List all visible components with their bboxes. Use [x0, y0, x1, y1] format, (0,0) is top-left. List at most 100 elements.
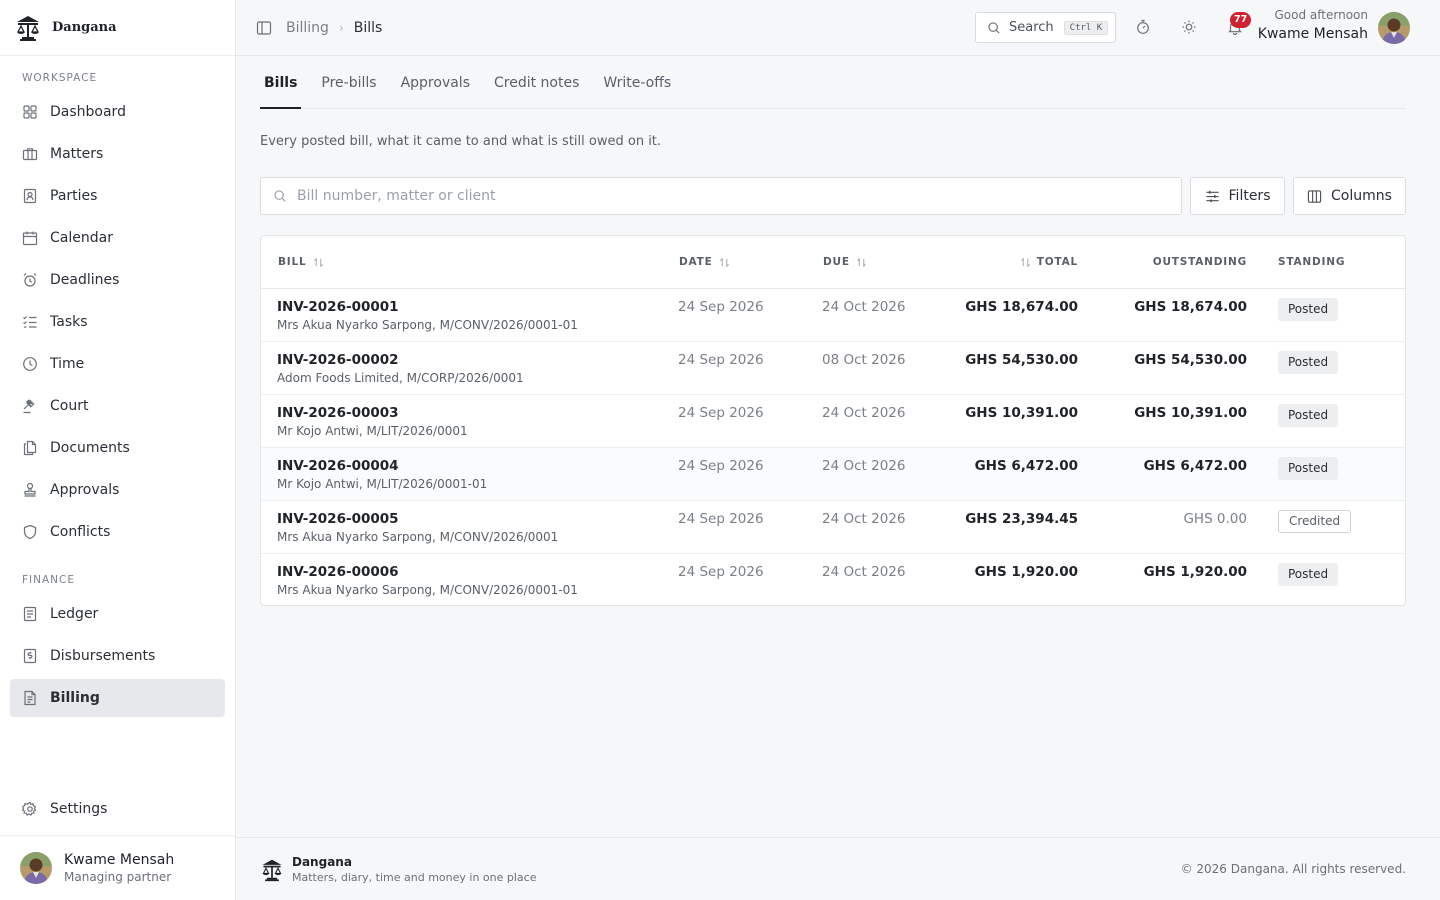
sidebar-item-dashboard[interactable]: Dashboard [10, 93, 225, 131]
breadcrumb-parent-link[interactable]: Billing [286, 20, 329, 36]
sort-icon[interactable] [313, 257, 324, 268]
sidebar-item-label: Dashboard [50, 104, 126, 120]
scales-logo-icon [14, 14, 42, 42]
column-header-bill: BILL [278, 256, 324, 268]
bill-outstanding: GHS 1,920.00 [1143, 564, 1247, 580]
sidebar-item-label: Settings [50, 801, 108, 817]
bill-due-date: 08 Oct 2026 [822, 352, 906, 368]
bill-date: 24 Sep 2026 [678, 405, 764, 421]
sidebar: Dangana WORKSPACE Dashboard Matters Part… [0, 0, 236, 900]
sidebar-item-documents[interactable]: Documents [10, 429, 225, 467]
sidebar-item-approvals[interactable]: Approvals [10, 471, 225, 509]
table-row[interactable]: INV-2026-00002 Adom Foods Limited, M/CORP… [261, 342, 1405, 395]
bill-total: GHS 54,530.00 [965, 352, 1078, 368]
column-header-date: DATE [679, 256, 730, 268]
filters-button[interactable]: Filters [1190, 177, 1285, 215]
search-icon [988, 21, 1000, 34]
ledger-icon [23, 606, 37, 622]
tab-approvals[interactable]: Approvals [397, 56, 474, 109]
column-header-label: DATE [679, 256, 713, 268]
stamp-icon [24, 482, 36, 497]
table-row[interactable]: INV-2026-00006 Mrs Akua Nyarko Sarpong, M… [261, 554, 1405, 605]
sidebar-item-label: Billing [50, 690, 100, 706]
sliders-icon [1205, 190, 1219, 202]
bill-number[interactable]: INV-2026-00003 [277, 405, 468, 421]
bill-date: 24 Sep 2026 [678, 564, 764, 580]
status-badge: Posted [1278, 563, 1339, 586]
sidebar-toggle-icon[interactable] [256, 20, 272, 36]
sidebar-item-deadlines[interactable]: Deadlines [10, 261, 225, 299]
sidebar-item-matters[interactable]: Matters [10, 135, 225, 173]
columns-button[interactable]: Columns [1293, 177, 1406, 215]
bill-total: GHS 6,472.00 [974, 458, 1078, 474]
tab-write-offs[interactable]: Write-offs [599, 56, 675, 109]
table-row[interactable]: INV-2026-00005 Mrs Akua Nyarko Sarpong, M… [261, 501, 1405, 554]
status-badge: Posted [1278, 298, 1339, 321]
status-badge: Posted [1278, 351, 1339, 374]
task-list-icon [23, 316, 37, 328]
footer: Dangana Matters, diary, time and money i… [236, 837, 1440, 900]
sidebar-item-disbursements[interactable]: Disbursements [10, 637, 225, 675]
brand-name: Dangana [52, 20, 117, 35]
theme-sun-icon[interactable] [1181, 19, 1197, 35]
sidebar-item-billing[interactable]: Billing [10, 679, 225, 717]
sidebar-item-label: Disbursements [50, 648, 156, 664]
sidebar-item-conflicts[interactable]: Conflicts [10, 513, 225, 551]
bill-search-field[interactable] [260, 177, 1182, 215]
status-badge: Credited [1278, 510, 1352, 533]
bill-due-date: 24 Oct 2026 [822, 511, 906, 527]
sidebar-item-calendar[interactable]: Calendar [10, 219, 225, 257]
global-search-button[interactable]: Search Ctrl K [975, 12, 1116, 43]
sidebar-item-parties[interactable]: Parties [10, 177, 225, 215]
user-avatar[interactable] [1378, 12, 1410, 44]
sidebar-item-time[interactable]: Time [10, 345, 225, 383]
sidebar-item-tasks[interactable]: Tasks [10, 303, 225, 341]
sidebar-item-label: Conflicts [50, 524, 111, 540]
bill-number[interactable]: INV-2026-00006 [277, 564, 578, 580]
sidebar-user[interactable]: Kwame Mensah Managing partner [0, 835, 235, 900]
sort-icon[interactable] [1020, 257, 1031, 268]
sort-icon[interactable] [856, 257, 867, 268]
sidebar-item-label: Deadlines [50, 272, 120, 288]
footer-tagline: Matters, diary, time and money in one pl… [292, 871, 537, 884]
bill-date: 24 Sep 2026 [678, 511, 764, 527]
bill-search-input[interactable] [297, 188, 1177, 204]
bill-outstanding: GHS 54,530.00 [1134, 352, 1247, 368]
tab-bills[interactable]: Bills [260, 56, 302, 109]
sidebar-item-label: Approvals [50, 482, 120, 498]
briefcase-icon [22, 148, 38, 161]
columns-label: Columns [1331, 188, 1392, 204]
bill-number[interactable]: INV-2026-00005 [277, 511, 558, 527]
clock-icon [23, 357, 37, 371]
sort-icon[interactable] [719, 257, 730, 268]
sidebar-item-court[interactable]: Court [10, 387, 225, 425]
sidebar-item-ledger[interactable]: Ledger [10, 595, 225, 633]
invoice-icon [24, 690, 36, 706]
bill-matter: Mr Kojo Antwi, M/LIT/2026/0001 [277, 424, 468, 438]
bill-number[interactable]: INV-2026-00004 [277, 458, 487, 474]
bill-number[interactable]: INV-2026-00001 [277, 299, 578, 315]
greeting: Good afternoon Kwame Mensah [1258, 8, 1368, 42]
stopwatch-icon[interactable] [1135, 19, 1151, 35]
table-row[interactable]: INV-2026-00004 Mr Kojo Antwi, M/LIT/2026/… [261, 448, 1405, 501]
brand[interactable]: Dangana [0, 0, 235, 56]
filters-label: Filters [1228, 188, 1271, 204]
bill-matter: Adom Foods Limited, M/CORP/2026/0001 [277, 371, 524, 385]
bill-number[interactable]: INV-2026-00002 [277, 352, 524, 368]
column-header-label: TOTAL [1036, 256, 1078, 268]
tab-pre-bills[interactable]: Pre-bills [317, 56, 380, 109]
bill-total: GHS 10,391.00 [965, 405, 1078, 421]
column-header-total: TOTAL [1020, 256, 1078, 268]
bill-matter: Mr Kojo Antwi, M/LIT/2026/0001-01 [277, 477, 488, 491]
settings-nav: Settings [10, 790, 225, 832]
bill-total: GHS 23,394.45 [965, 511, 1078, 527]
bill-outstanding: GHS 0.00 [1183, 511, 1247, 527]
sidebar-item-settings[interactable]: Settings [10, 790, 225, 828]
table-row[interactable]: INV-2026-00003 Mr Kojo Antwi, M/LIT/2026/… [261, 395, 1405, 448]
shield-icon [23, 524, 37, 540]
bill-date: 24 Sep 2026 [678, 299, 764, 315]
table-row[interactable]: INV-2026-00001 Mrs Akua Nyarko Sarpong, M… [261, 289, 1405, 342]
sidebar-item-label: Parties [50, 188, 98, 204]
bill-total: GHS 1,920.00 [974, 564, 1078, 580]
tab-credit-notes[interactable]: Credit notes [490, 56, 583, 109]
